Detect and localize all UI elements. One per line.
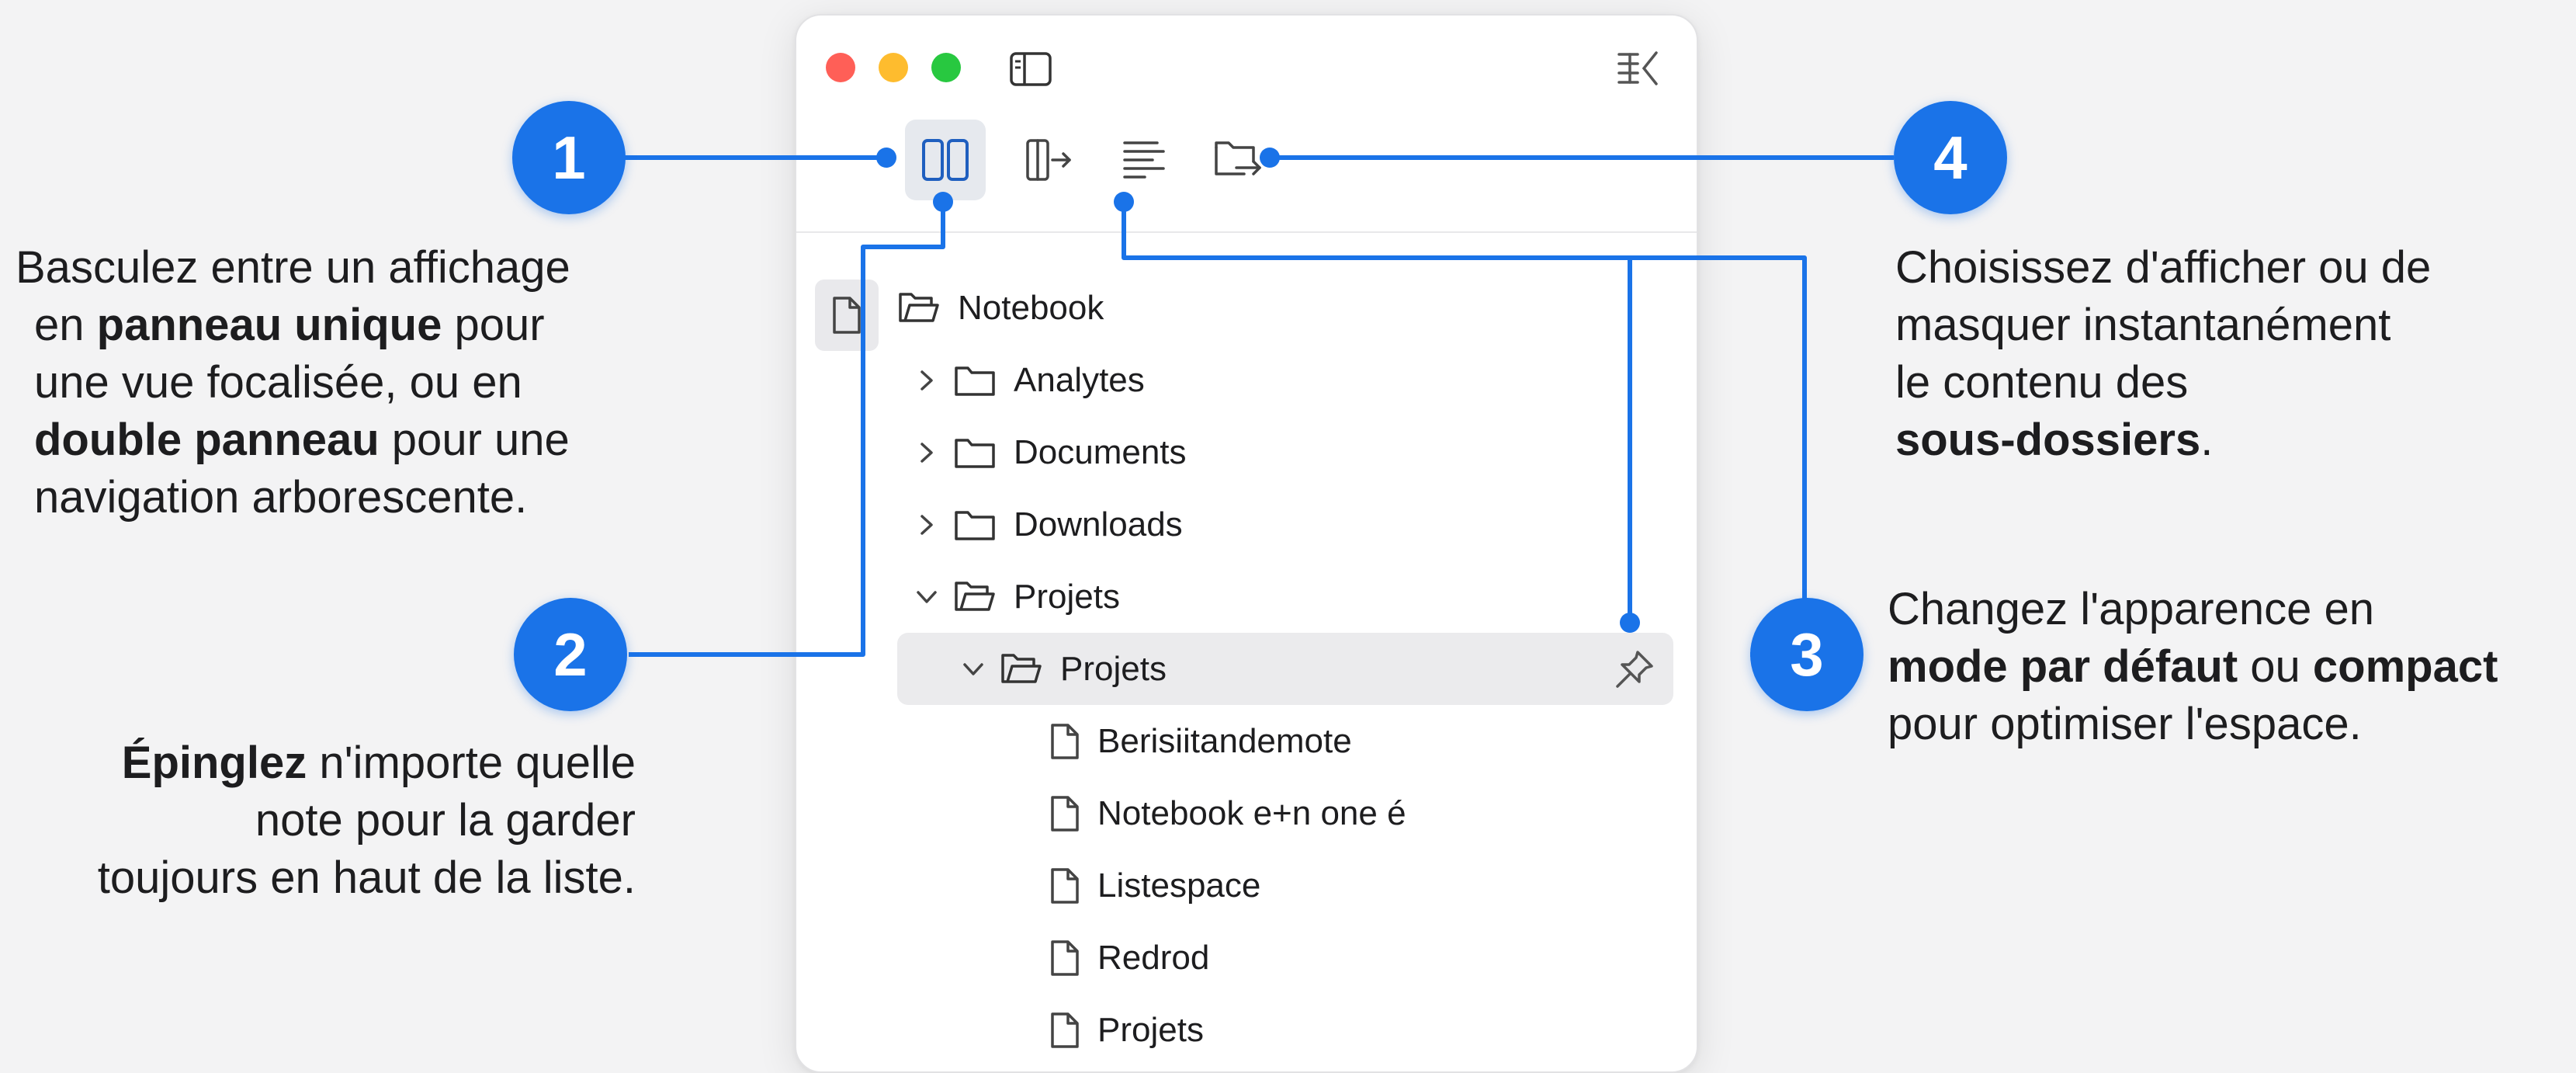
file-icon — [1049, 722, 1080, 761]
tree-item-file[interactable]: Projets — [1049, 994, 1673, 1066]
folder-open-icon — [1000, 652, 1043, 686]
file-icon — [1049, 866, 1080, 905]
pin-note-button[interactable] — [1011, 120, 1088, 200]
annotation-line: navigation arborescente. — [34, 472, 528, 523]
annotation-line: Changez l'apparence en — [1888, 584, 2374, 634]
tree-item-file[interactable]: Notebook e+n one é — [1049, 777, 1673, 849]
callout-badge-1: 1 — [512, 101, 626, 214]
annotation-line: masquer instantanément — [1895, 300, 2391, 350]
callout-badge-4: 4 — [1894, 101, 2007, 214]
panel-mode-button[interactable] — [905, 120, 986, 200]
annotation-4-text: Choisissez d'afficher ou de masquer inst… — [1895, 239, 2431, 469]
annotation-1-text: Basculez entre un affichage en panneau u… — [16, 239, 570, 526]
tree-item-label: Projets — [1014, 577, 1120, 616]
annotation-2-text: Épinglez n'importe quelle note pour la g… — [98, 734, 636, 907]
sidebar-file-button[interactable] — [815, 280, 879, 351]
folder-arrow-icon — [1215, 141, 1261, 175]
tree-item-file[interactable]: Berisiitandemote — [1049, 705, 1673, 777]
toolbar-divider — [796, 231, 1697, 233]
tree-item-analytes[interactable]: Analytes — [913, 344, 1673, 416]
tree-item-label: Analytes — [1014, 360, 1145, 399]
close-window-button[interactable] — [826, 53, 855, 82]
file-icon — [1049, 1011, 1080, 1050]
tree-item-label: Notebook — [958, 288, 1104, 327]
annotation-line: en panneau unique pour — [34, 300, 545, 350]
file-icon — [1049, 794, 1080, 833]
annotation-line: mode par défaut ou compact — [1888, 641, 2498, 692]
annotation-line: Basculez entre un affichage — [16, 242, 570, 293]
tree-item-label: Downloads — [1014, 505, 1183, 543]
tree-item-label: Berisiitandemote — [1097, 721, 1352, 760]
annotation-line: double panneau pour une — [34, 415, 570, 465]
tree-item-downloads[interactable]: Downloads — [913, 488, 1673, 561]
tree-item-documents[interactable]: Documents — [913, 416, 1673, 488]
minimize-window-button[interactable] — [879, 53, 908, 82]
annotation-line: Choisissez d'afficher ou de — [1895, 242, 2432, 293]
text-align-icon — [1123, 141, 1165, 179]
folder-icon — [953, 508, 997, 542]
folder-open-icon — [953, 580, 997, 614]
tree-item-label: Notebook e+n one é — [1097, 793, 1406, 832]
tree-item-file[interactable]: Listespace — [1049, 849, 1673, 922]
callout-badge-2: 2 — [514, 598, 627, 711]
tree-item-notebook[interactable]: Notebook — [897, 272, 1673, 344]
file-icon — [833, 297, 861, 334]
chevron-down-icon[interactable] — [959, 661, 987, 678]
pin-icon[interactable] — [1613, 648, 1656, 691]
panel-arrow-icon — [1026, 139, 1071, 181]
tree-item-label: Documents — [1014, 432, 1187, 471]
sidebar-toggle-icon[interactable] — [1007, 50, 1054, 89]
file-icon — [1049, 939, 1080, 978]
annotation-line: toujours en haut de la liste. — [97, 852, 636, 903]
chevron-right-icon[interactable] — [913, 369, 941, 392]
annotation-line: une vue focalisée, ou en — [34, 357, 522, 408]
chevron-down-icon[interactable] — [913, 589, 941, 606]
app-window: Notebook Analytes Documents Downloads Pr… — [795, 14, 1698, 1073]
tree-item-label: Listespace — [1097, 866, 1261, 905]
annotation-line: pour optimiser l'espace. — [1888, 699, 2362, 749]
annotation-line: sous-dossiers. — [1895, 415, 2214, 465]
tree-item-projets[interactable]: Projets — [913, 561, 1673, 633]
folder-icon — [953, 436, 997, 470]
annotation-line: note pour la garder — [255, 795, 636, 846]
zoom-window-button[interactable] — [931, 53, 961, 82]
annotation-3-text: Changez l'apparence en mode par défaut o… — [1888, 581, 2498, 753]
chevron-right-icon[interactable] — [913, 513, 941, 536]
annotation-line: le contenu des — [1895, 357, 2189, 408]
chevron-right-icon[interactable] — [913, 441, 941, 464]
tree-item-label: Projets — [1060, 649, 1167, 688]
subfolders-toggle-button[interactable] — [1200, 120, 1278, 200]
collapse-panel-icon[interactable] — [1614, 47, 1664, 90]
folder-open-icon — [897, 291, 941, 325]
tree-item-file[interactable]: Redrod — [1049, 922, 1673, 994]
appearance-mode-button[interactable] — [1105, 120, 1183, 200]
tree-item-label: Redrod — [1097, 938, 1210, 977]
callout-badge-3: 3 — [1750, 598, 1864, 711]
tree-item-label: Projets — [1097, 1010, 1204, 1049]
tree-item-projets-selected[interactable]: Projets — [897, 633, 1673, 705]
folder-icon — [953, 363, 997, 398]
annotation-line: Épinglez n'importe quelle — [121, 738, 636, 788]
double-panel-icon — [922, 139, 969, 181]
